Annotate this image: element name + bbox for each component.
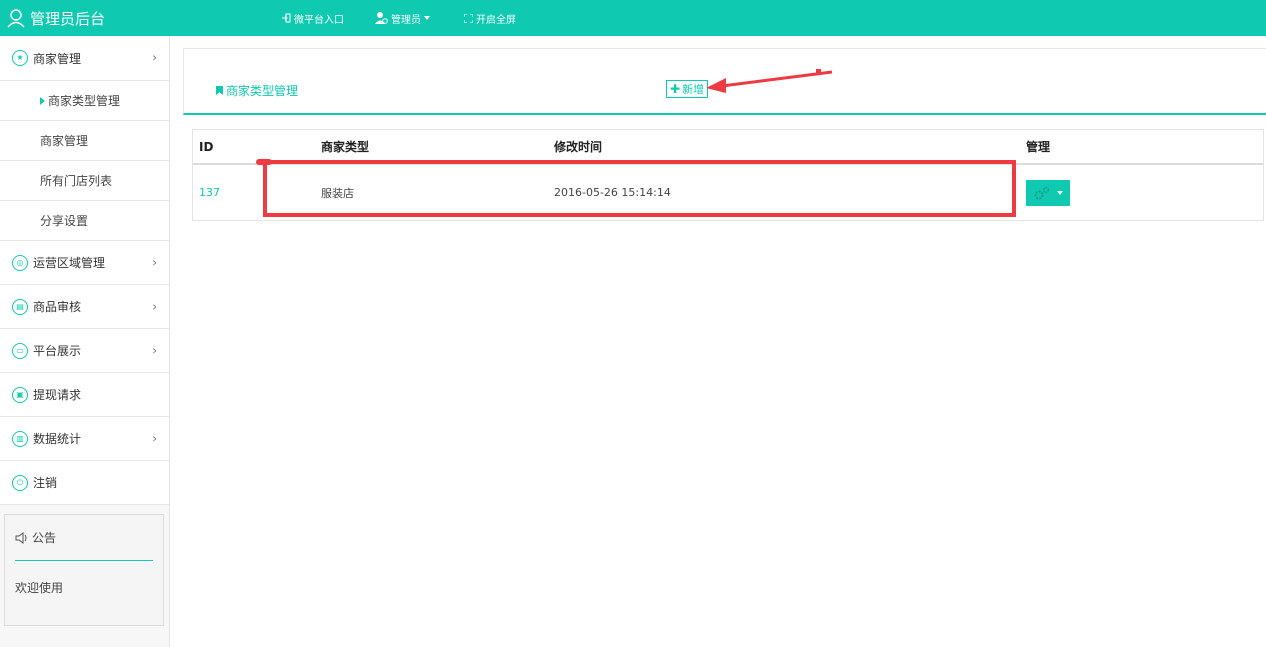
sidebar-item-label: 商品审核 — [33, 300, 82, 314]
fullscreen-icon — [464, 13, 473, 23]
chevron-right-icon: › — [152, 342, 157, 357]
sidebar-subitem-merchant[interactable]: 商家管理 — [0, 121, 169, 161]
sidebar-item-label: 平台展示 — [33, 344, 82, 358]
fullscreen-label: 开启全屏 — [476, 14, 516, 26]
chart-icon: ▥ — [12, 430, 28, 447]
row-modified: 2016-05-26 15:14:14 — [554, 186, 671, 199]
display-icon: ▭ — [12, 342, 28, 359]
active-indicator-icon — [40, 96, 45, 105]
sidebar-item-label: 商家管理 — [33, 51, 82, 66]
brand-title: 管理员后台 — [30, 9, 106, 28]
fullscreen-toggle[interactable]: 开启全屏 — [464, 11, 516, 26]
merchant-type-table: ID 商家类型 修改时间 管理 137 服装店 2016-05-26 15:14… — [192, 129, 1264, 221]
sidebar: ★ 商家管理 › 商家类型管理 商家管理 所有门店列表 分享设置 ◎ 运营区域管… — [0, 36, 170, 647]
top-nav: 微平台入口 管理员 开启全屏 — [282, 0, 546, 36]
panel-title-text: 商家类型管理 — [226, 84, 299, 98]
sidebar-item-label: 注销 — [33, 476, 58, 490]
sidebar-item-platform-display[interactable]: ▭ 平台展示 › — [0, 329, 169, 373]
table-header-row: ID 商家类型 修改时间 管理 — [193, 130, 1263, 165]
gears-icon — [1034, 186, 1050, 199]
star-icon: ★ — [12, 50, 28, 66]
sidebar-subitem-label: 分享设置 — [40, 214, 89, 228]
column-header-id: ID — [193, 130, 315, 165]
add-button[interactable]: ✚ 新增 — [666, 80, 709, 98]
sidebar-subitem-share-settings[interactable]: 分享设置 — [0, 201, 169, 241]
sidebar-item-label: 运营区域管理 — [33, 256, 106, 270]
admin-menu-dropdown[interactable]: 管理员 — [374, 11, 430, 26]
caret-down-icon — [424, 16, 430, 20]
chevron-right-icon: › — [152, 254, 157, 269]
sidebar-subitem-label: 商家类型管理 — [48, 94, 121, 108]
top-bar: 管理员后台 微平台入口 管理员 开启全屏 — [0, 0, 1266, 36]
content-panel-header: 商家类型管理 ✚ 新增 — [183, 48, 1266, 115]
bookmark-icon — [216, 86, 223, 95]
notice-panel: 公告 欢迎使用 — [4, 514, 164, 626]
chevron-right-icon: › — [152, 298, 157, 313]
sidebar-subitem-label: 所有门店列表 — [40, 174, 113, 188]
column-header-manage: 管理 — [1020, 130, 1263, 165]
platform-entry-label: 微平台入口 — [294, 14, 344, 26]
row-id[interactable]: 137 — [193, 164, 315, 220]
sidebar-item-merchant-management[interactable]: ★ 商家管理 › — [0, 36, 169, 81]
row-type: 服装店 — [321, 186, 354, 200]
power-icon: ⏻ — [12, 474, 28, 491]
sidebar-item-logout[interactable]: ⏻ 注销 — [0, 461, 169, 505]
notice-title: 公告 — [32, 531, 57, 545]
column-header-modified: 修改时间 — [548, 130, 1020, 165]
wallet-icon: ▣ — [12, 386, 28, 403]
row-manage-cell — [1020, 164, 1263, 220]
chevron-right-icon: › — [152, 430, 157, 445]
signin-icon — [282, 13, 291, 23]
annotation-dot — [256, 159, 272, 165]
sidebar-subitem-store-list[interactable]: 所有门店列表 — [0, 161, 169, 201]
notice-header: 公告 — [15, 515, 153, 561]
document-icon: ▤ — [12, 298, 28, 315]
caret-down-icon — [1057, 190, 1063, 195]
platform-entry-link[interactable]: 微平台入口 — [282, 11, 344, 26]
column-header-type: 商家类型 — [315, 130, 548, 165]
plus-icon: ✚ — [670, 82, 681, 96]
sidebar-item-withdrawal-requests[interactable]: ▣ 提现请求 — [0, 373, 169, 417]
admin-label: 管理员 — [391, 14, 421, 26]
user-outline-icon — [7, 9, 25, 28]
sidebar-item-operating-region[interactable]: ◎ 运营区域管理 › — [0, 241, 169, 285]
sidebar-item-product-review[interactable]: ▤ 商品审核 › — [0, 285, 169, 329]
sidebar-subitem-merchant-type[interactable]: 商家类型管理 — [0, 81, 169, 121]
sidebar-item-statistics[interactable]: ▥ 数据统计 › — [0, 417, 169, 461]
admin-user-icon — [375, 12, 388, 24]
speaker-icon — [15, 531, 27, 544]
sidebar-subitem-label: 商家管理 — [40, 134, 89, 148]
sidebar-item-label: 数据统计 — [33, 432, 82, 446]
chevron-right-icon: › — [152, 50, 157, 65]
manage-dropdown-button[interactable] — [1026, 179, 1070, 206]
panel-title: 商家类型管理 — [216, 82, 298, 99]
location-icon: ◎ — [12, 254, 28, 271]
add-button-label: 新增 — [682, 83, 705, 96]
notice-body: 欢迎使用 — [15, 581, 64, 595]
sidebar-item-label: 提现请求 — [33, 388, 82, 402]
brand[interactable]: 管理员后台 — [6, 0, 105, 36]
table-row: 137 服装店 2016-05-26 15:14:14 — [193, 164, 1263, 220]
